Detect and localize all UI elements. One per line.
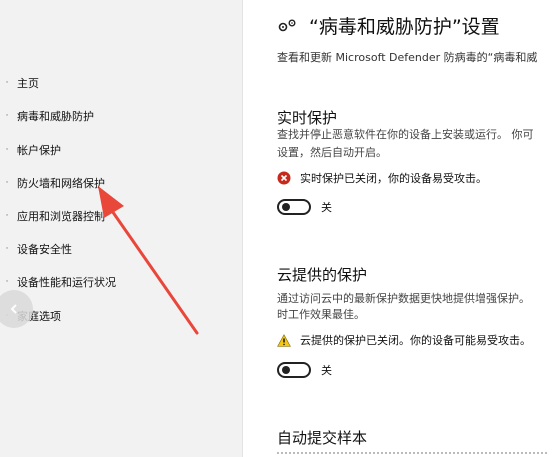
realtime-toggle-row: 关 — [277, 199, 332, 215]
realtime-toggle[interactable] — [277, 199, 311, 215]
gears-icon — [278, 19, 296, 31]
sidebar-item-firewall[interactable]: · 防火墙和网络保护 — [0, 170, 242, 196]
sidebar: ε · 主页 · 病毒和威胁防护 · 帐户保护 · 防火墙和网络保护 · 应用和… — [0, 0, 243, 457]
chevron-left-icon — [10, 304, 17, 314]
page-title: “病毒和威胁防护”设置 — [277, 12, 500, 39]
cloud-toggle-label: 关 — [321, 364, 332, 377]
sidebar-item-label: 帐户保护 — [17, 144, 61, 157]
realtime-heading: 实时保护 — [277, 109, 338, 127]
sidebar-item-label: 病毒和威胁防护 — [17, 110, 94, 123]
sidebar-item-label: 防火墙和网络保护 — [17, 177, 105, 190]
realtime-status-text: 实时保护已关闭，你的设备易受攻击。 — [300, 172, 487, 185]
realtime-status: 实时保护已关闭，你的设备易受攻击。 — [277, 170, 487, 186]
shield-icon: · — [5, 111, 9, 121]
sidebar-item-label: 设备性能和运行状况 — [17, 276, 116, 289]
person-icon: · — [5, 145, 9, 155]
heart-icon: · — [5, 277, 9, 287]
sidebar-item-home[interactable]: · 主页 — [0, 70, 242, 96]
sidebar-item-device-security[interactable]: · 设备安全性 — [0, 236, 242, 262]
cloud-desc-2: 时工作效果最佳。 — [277, 308, 365, 321]
realtime-desc-2: 设置，然后自动开启。 — [277, 146, 387, 159]
laptop-icon: · — [5, 244, 9, 254]
home-icon: · — [5, 78, 9, 88]
sidebar-item-label: 应用和浏览器控制 — [17, 210, 105, 223]
main-content: “病毒和威胁防护”设置 查看和更新 Microsoft Defender 防病毒… — [262, 0, 557, 457]
cloud-status: 云提供的保护已关闭。你的设备可能易受攻击。 — [277, 332, 531, 348]
page-subtitle: 查看和更新 Microsoft Defender 防病毒的“病毒和威 — [277, 51, 538, 64]
cloud-status-text: 云提供的保护已关闭。你的设备可能易受攻击。 — [300, 334, 531, 347]
sidebar-item-family[interactable]: · 家庭选项 — [0, 303, 242, 329]
realtime-toggle-label: 关 — [321, 201, 332, 214]
cutoff-text-line — [277, 452, 547, 457]
cloud-heading: 云提供的保护 — [277, 266, 368, 284]
sidebar-item-label: 设备安全性 — [17, 243, 72, 256]
page-title-text: “病毒和威胁防护”设置 — [309, 16, 500, 38]
realtime-desc-1: 查找并停止恶意软件在你的设备上安装或运行。 你可 — [277, 128, 534, 141]
wifi-icon: · — [5, 178, 9, 188]
sidebar-item-account-protection[interactable]: · 帐户保护 — [0, 137, 242, 163]
cloud-toggle[interactable] — [277, 362, 311, 378]
sidebar-item-device-health[interactable]: · 设备性能和运行状况 — [0, 269, 242, 295]
cloud-toggle-row: 关 — [277, 362, 332, 378]
sidebar-item-label: 主页 — [17, 77, 39, 90]
sidebar-item-app-browser[interactable]: · 应用和浏览器控制 — [0, 203, 242, 229]
error-icon — [277, 171, 291, 185]
sidebar-item-virus-protection[interactable]: · 病毒和威胁防护 — [0, 103, 242, 129]
warning-icon — [277, 333, 291, 347]
app-browser-icon: · — [5, 211, 9, 221]
sample-heading: 自动提交样本 — [277, 429, 368, 447]
